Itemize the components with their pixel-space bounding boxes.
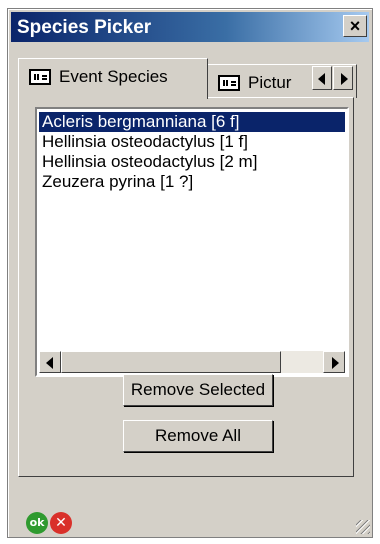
list-view-icon xyxy=(218,75,240,91)
list-item[interactable]: Acleris bergmanniana [6 f] xyxy=(39,112,345,132)
tab-scroll-right-button[interactable] xyxy=(333,66,353,90)
tab-strip: Event Species Pictur xyxy=(18,58,357,99)
list-item[interactable]: Hellinsia osteodactylus [2 m] xyxy=(39,152,345,172)
scroll-left-button[interactable] xyxy=(39,351,61,373)
scrollbar-thumb[interactable] xyxy=(61,351,281,373)
list-item[interactable]: Hellinsia osteodactylus [1 f] xyxy=(39,132,345,152)
resize-grip-icon[interactable] xyxy=(356,520,370,534)
cancel-icon[interactable]: ✕ xyxy=(50,512,72,534)
tab-label: Event Species xyxy=(59,67,168,86)
species-list-items: Acleris bergmanniana [6 f] Hellinsia ost… xyxy=(39,112,345,192)
arrow-left-icon xyxy=(318,73,325,85)
list-view-icon xyxy=(29,69,51,85)
tab-event-species[interactable]: Event Species xyxy=(18,58,208,99)
species-listbox[interactable]: Acleris bergmanniana [6 f] Hellinsia ost… xyxy=(35,107,349,377)
close-button[interactable]: × xyxy=(343,15,367,37)
remove-selected-button[interactable]: Remove Selected xyxy=(123,374,273,406)
scroll-right-button[interactable] xyxy=(323,351,345,373)
horizontal-scrollbar[interactable] xyxy=(39,351,345,373)
close-icon: × xyxy=(349,16,361,36)
arrow-right-icon xyxy=(332,357,339,369)
tab-scroll-arrows xyxy=(312,66,354,90)
ok-icon[interactable]: ok xyxy=(26,512,48,534)
arrow-right-icon xyxy=(341,73,348,85)
tab-label: Pictur xyxy=(248,73,292,92)
title-bar[interactable]: Species Picker × xyxy=(11,12,369,42)
window-title: Species Picker xyxy=(17,17,152,38)
remove-all-button[interactable]: Remove All xyxy=(123,420,273,452)
arrow-left-icon xyxy=(46,357,53,369)
list-item[interactable]: Zeuzera pyrina [1 ?] xyxy=(39,172,345,192)
tab-scroll-left-button[interactable] xyxy=(312,66,332,90)
